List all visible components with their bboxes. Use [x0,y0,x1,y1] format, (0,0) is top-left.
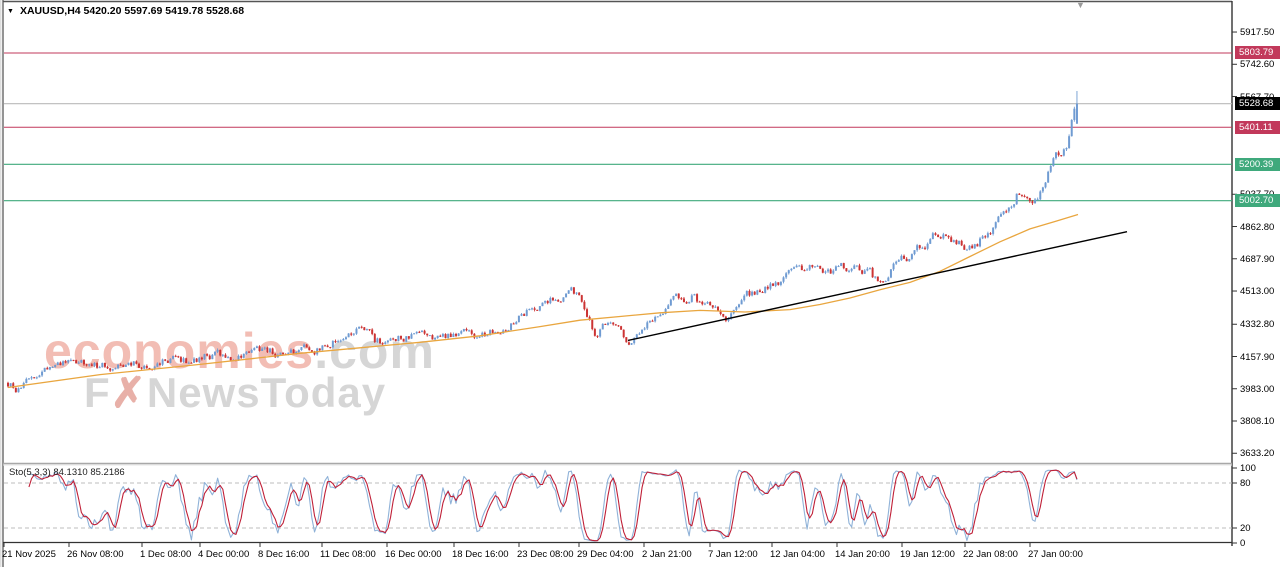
date-label: 22 Jan 08:00 [963,549,1018,560]
chart-shift-marker-icon[interactable]: ▼ [1076,0,1085,10]
date-label: 11 Dec 08:00 [320,549,376,560]
date-label: 8 Dec 16:00 [258,549,309,560]
date-label: 4 Dec 00:00 [198,549,249,560]
date-label: 19 Jan 12:00 [900,549,955,560]
date-label: 7 Jan 12:00 [708,549,758,560]
date-label: 12 Jan 04:00 [770,549,825,560]
date-label: 26 Nov 08:00 [67,549,124,560]
price-tick-label: 4332.80 [1240,319,1274,330]
symbol-ohlc-text: XAUUSD,H4 5420.20 5597.69 5419.78 5528.6… [20,5,244,17]
price-tick-label: 3633.20 [1240,448,1274,459]
price-tick-label: 3808.10 [1240,416,1274,427]
date-label: 29 Dec 04:00 [577,549,634,560]
date-label: 16 Dec 00:00 [385,549,442,560]
price-level-badge: 5002.70 [1235,194,1280,207]
stoch-scale-label: 0 [1240,538,1245,549]
date-label: 27 Jan 00:00 [1028,549,1083,560]
price-level-badge: 5200.39 [1235,158,1280,171]
trendline[interactable] [628,232,1127,341]
candles-layer [7,91,1078,393]
price-tick-label: 5742.60 [1240,59,1274,70]
symbol-info-bar: ▼ XAUUSD,H4 5420.20 5597.69 5419.78 5528… [7,5,244,17]
price-tick-label: 4687.90 [1240,254,1274,265]
date-label: 18 Dec 16:00 [452,549,509,560]
stoch-scale-label: 100 [1240,463,1256,474]
date-label: 14 Jan 20:00 [835,549,890,560]
date-label: 23 Dec 08:00 [517,549,574,560]
price-level-badge: 5803.79 [1235,46,1280,59]
price-chart-canvas[interactable] [0,0,1280,567]
indicator-label: Sto(5,3,3) 84.1310 85.2186 [9,467,125,478]
price-tick-label: 4862.80 [1240,222,1274,233]
price-tick-label: 4513.00 [1240,286,1274,297]
price-level-badge: 5528.68 [1235,97,1280,110]
symbol-dropdown-icon[interactable]: ▼ [7,8,14,15]
price-tick-label: 3983.00 [1240,384,1274,395]
price-tick-label: 5917.50 [1240,27,1274,38]
date-label: 2 Jan 21:00 [642,549,692,560]
price-tick-label: 4157.90 [1240,352,1274,363]
stoch-scale-label: 20 [1240,523,1251,534]
mt4-chart-window: economies.com F✗NewsToday ▼ XAUUSD,H4 54… [0,0,1280,567]
date-label: 21 Nov 2025 [2,549,56,560]
stoch-scale-label: 80 [1240,478,1251,489]
price-level-badge: 5401.11 [1235,121,1280,134]
date-label: 1 Dec 08:00 [140,549,191,560]
stoch-d-line [29,470,1077,541]
